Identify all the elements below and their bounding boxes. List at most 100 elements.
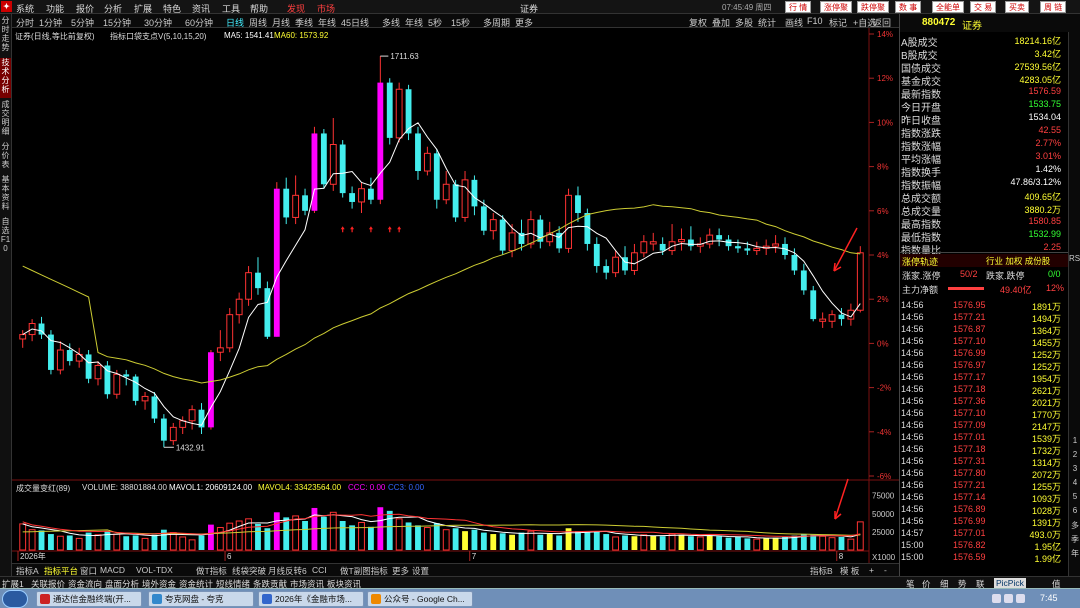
side-tab[interactable]: 自选F10 bbox=[0, 217, 11, 266]
period-shortcut[interactable]: 5 bbox=[1069, 492, 1080, 501]
volume-bar bbox=[141, 537, 149, 551]
quote-value: 1576.59 bbox=[1028, 86, 1061, 96]
tick-price: 1577.21 bbox=[953, 480, 986, 490]
indicator-tab[interactable]: CCI bbox=[312, 565, 327, 575]
candle-body bbox=[593, 243, 600, 267]
y-tick-label: 14% bbox=[877, 30, 893, 39]
period-shortcut[interactable]: 2 bbox=[1069, 450, 1080, 459]
taskbar-button[interactable]: 夸克网盘 - 夸克 bbox=[148, 591, 254, 607]
app-icon bbox=[371, 594, 381, 604]
tray-icon[interactable] bbox=[1016, 594, 1025, 603]
tick-row: 14:56 1576.99 1391万 bbox=[901, 516, 1061, 528]
candle-body bbox=[612, 256, 620, 274]
period-bar: 分时 1分钟 5分钟 15分钟 30分钟 60分钟 日线 周线 月线 季线 年线 45日线 多线 年线 5秒… bbox=[12, 14, 899, 28]
volume-bar bbox=[537, 534, 544, 550]
taskbar-button[interactable]: 公众号 - Google Ch... bbox=[367, 591, 473, 607]
indicator-tool[interactable]: - bbox=[884, 565, 887, 575]
period-shortcut[interactable]: 4 bbox=[1069, 478, 1080, 487]
candle-body bbox=[169, 426, 177, 442]
top-tab[interactable]: 周 链 bbox=[1040, 1, 1067, 13]
indicator-tab[interactable]: VOL-TDX bbox=[136, 565, 173, 575]
tick-row: 14:56 1576.97 1252万 bbox=[901, 360, 1061, 372]
vol-tick-label: 50000 bbox=[872, 510, 895, 519]
top-tab[interactable]: 涨停聚 bbox=[820, 1, 852, 13]
right-strip: RSI 1 2 3 4 5 6 多季年 bbox=[1068, 32, 1080, 576]
tick-price: 1576.99 bbox=[953, 516, 986, 526]
volume-bar bbox=[593, 531, 600, 550]
candle-body bbox=[838, 314, 845, 320]
clock-text: 07:45:49 周四 bbox=[722, 3, 772, 12]
period-shortcut[interactable]: 3 bbox=[1069, 464, 1080, 473]
taskbar-label: 夸克网盘 - 夸克 bbox=[165, 594, 224, 604]
volume-bar bbox=[678, 534, 685, 550]
candle-body bbox=[480, 206, 487, 231]
quote-row: 总成交额 409.65亿 bbox=[901, 190, 1061, 205]
quote-value: 1533.75 bbox=[1028, 99, 1061, 109]
quote-value: 18214.16亿 bbox=[1014, 36, 1061, 46]
quote-value: 3.42亿 bbox=[1034, 49, 1061, 59]
side-tab[interactable]: 分价表 bbox=[0, 142, 11, 173]
track-tabs[interactable]: 行业 加权 成份股 bbox=[986, 255, 1050, 267]
candle-body bbox=[141, 395, 149, 402]
menu-bar: ✦ 系统 功能 报价 分析 扩展 特色 资讯 工具 帮助 发现 市场 证券 07:45:49 周四 … bbox=[0, 0, 1080, 14]
tray-icon[interactable] bbox=[1004, 594, 1013, 603]
candle-body bbox=[132, 376, 139, 401]
y-tick-label: -6% bbox=[877, 472, 891, 481]
top-tab[interactable]: 跌停聚 bbox=[857, 1, 889, 13]
volume-bar bbox=[292, 515, 300, 551]
candle-body bbox=[575, 195, 581, 214]
tick-time: 14:56 bbox=[901, 444, 924, 454]
taskbar-button[interactable]: 2026年《金融市场... bbox=[258, 591, 364, 607]
period-shortcut[interactable]: 季 bbox=[1069, 534, 1080, 545]
indicator-tab[interactable]: MACD bbox=[100, 565, 125, 575]
y-tick-label: 4% bbox=[877, 251, 889, 260]
tray-icon[interactable] bbox=[992, 594, 1001, 603]
picpick-label[interactable]: PicPick bbox=[994, 578, 1026, 588]
top-tab[interactable]: 买卖 bbox=[1005, 1, 1029, 13]
taskbar-button[interactable]: 通达信金融终端(开... bbox=[36, 591, 142, 607]
flow-bar bbox=[948, 287, 984, 290]
volume-bar bbox=[48, 534, 54, 550]
volume-bar bbox=[838, 536, 845, 550]
volume-bar bbox=[442, 529, 450, 551]
candle-body bbox=[216, 347, 224, 353]
indicator-name: 指标口袋支点V(5,10,15,20) bbox=[110, 32, 207, 41]
side-tab[interactable]: 分时走势 bbox=[0, 16, 11, 56]
period-shortcut[interactable]: 年 bbox=[1069, 548, 1080, 559]
toolbar-button[interactable]: F10 bbox=[807, 16, 823, 26]
candle-body bbox=[188, 409, 196, 422]
start-button[interactable] bbox=[2, 590, 28, 608]
volume-bar bbox=[659, 536, 666, 550]
volume-bar bbox=[575, 531, 581, 550]
top-tab[interactable]: 交 易 bbox=[970, 1, 997, 13]
period-shortcut[interactable]: 1 bbox=[1069, 436, 1080, 445]
period-shortcut[interactable]: RSI bbox=[1069, 254, 1080, 263]
candle-body bbox=[631, 252, 638, 271]
volume-bar bbox=[19, 523, 27, 551]
volume-bar bbox=[856, 521, 864, 551]
volume-bar bbox=[490, 534, 497, 550]
top-tab[interactable]: 全能单 bbox=[932, 1, 964, 13]
top-tab[interactable]: 数 事 bbox=[895, 1, 922, 13]
quote-row: B股成交 3.42亿 bbox=[901, 47, 1061, 62]
top-tab[interactable]: 行 情 bbox=[785, 1, 812, 13]
candle-body bbox=[235, 298, 243, 316]
volume-bar bbox=[716, 536, 723, 550]
kline-chart[interactable]: 14% 12% 10% 8% 6% 4% 2% 0% -2% -4% -6% 1711.63 1432.… bbox=[12, 28, 899, 563]
side-tab[interactable]: 技术分析 bbox=[0, 58, 11, 98]
indicator-tool[interactable]: + bbox=[869, 565, 874, 575]
side-tab[interactable]: 基本资料 bbox=[0, 175, 11, 215]
signal-arrow-icon bbox=[340, 226, 345, 233]
period-shortcut[interactable]: 多 bbox=[1069, 520, 1080, 531]
candle-body bbox=[367, 188, 374, 200]
side-tab[interactable]: 成交明细 bbox=[0, 100, 11, 140]
period-shortcut[interactable]: 6 bbox=[1069, 506, 1080, 515]
volume-bar bbox=[828, 537, 836, 551]
track-label[interactable]: 涨停轨迹 bbox=[902, 255, 938, 268]
volume-bar bbox=[38, 530, 45, 550]
candle-body bbox=[489, 219, 497, 232]
tick-price: 1577.31 bbox=[953, 456, 986, 466]
side-tabs: 分时走势技术分析成交明细分价表基本资料自选F10 bbox=[0, 14, 12, 576]
volume-bar bbox=[735, 536, 741, 550]
indicator-tabs: 指标A 指标平台 窗口 MACD VOL-TDX 做T指标 线袋突破 月线反转6 CCI 做T副图… bbox=[12, 563, 899, 576]
